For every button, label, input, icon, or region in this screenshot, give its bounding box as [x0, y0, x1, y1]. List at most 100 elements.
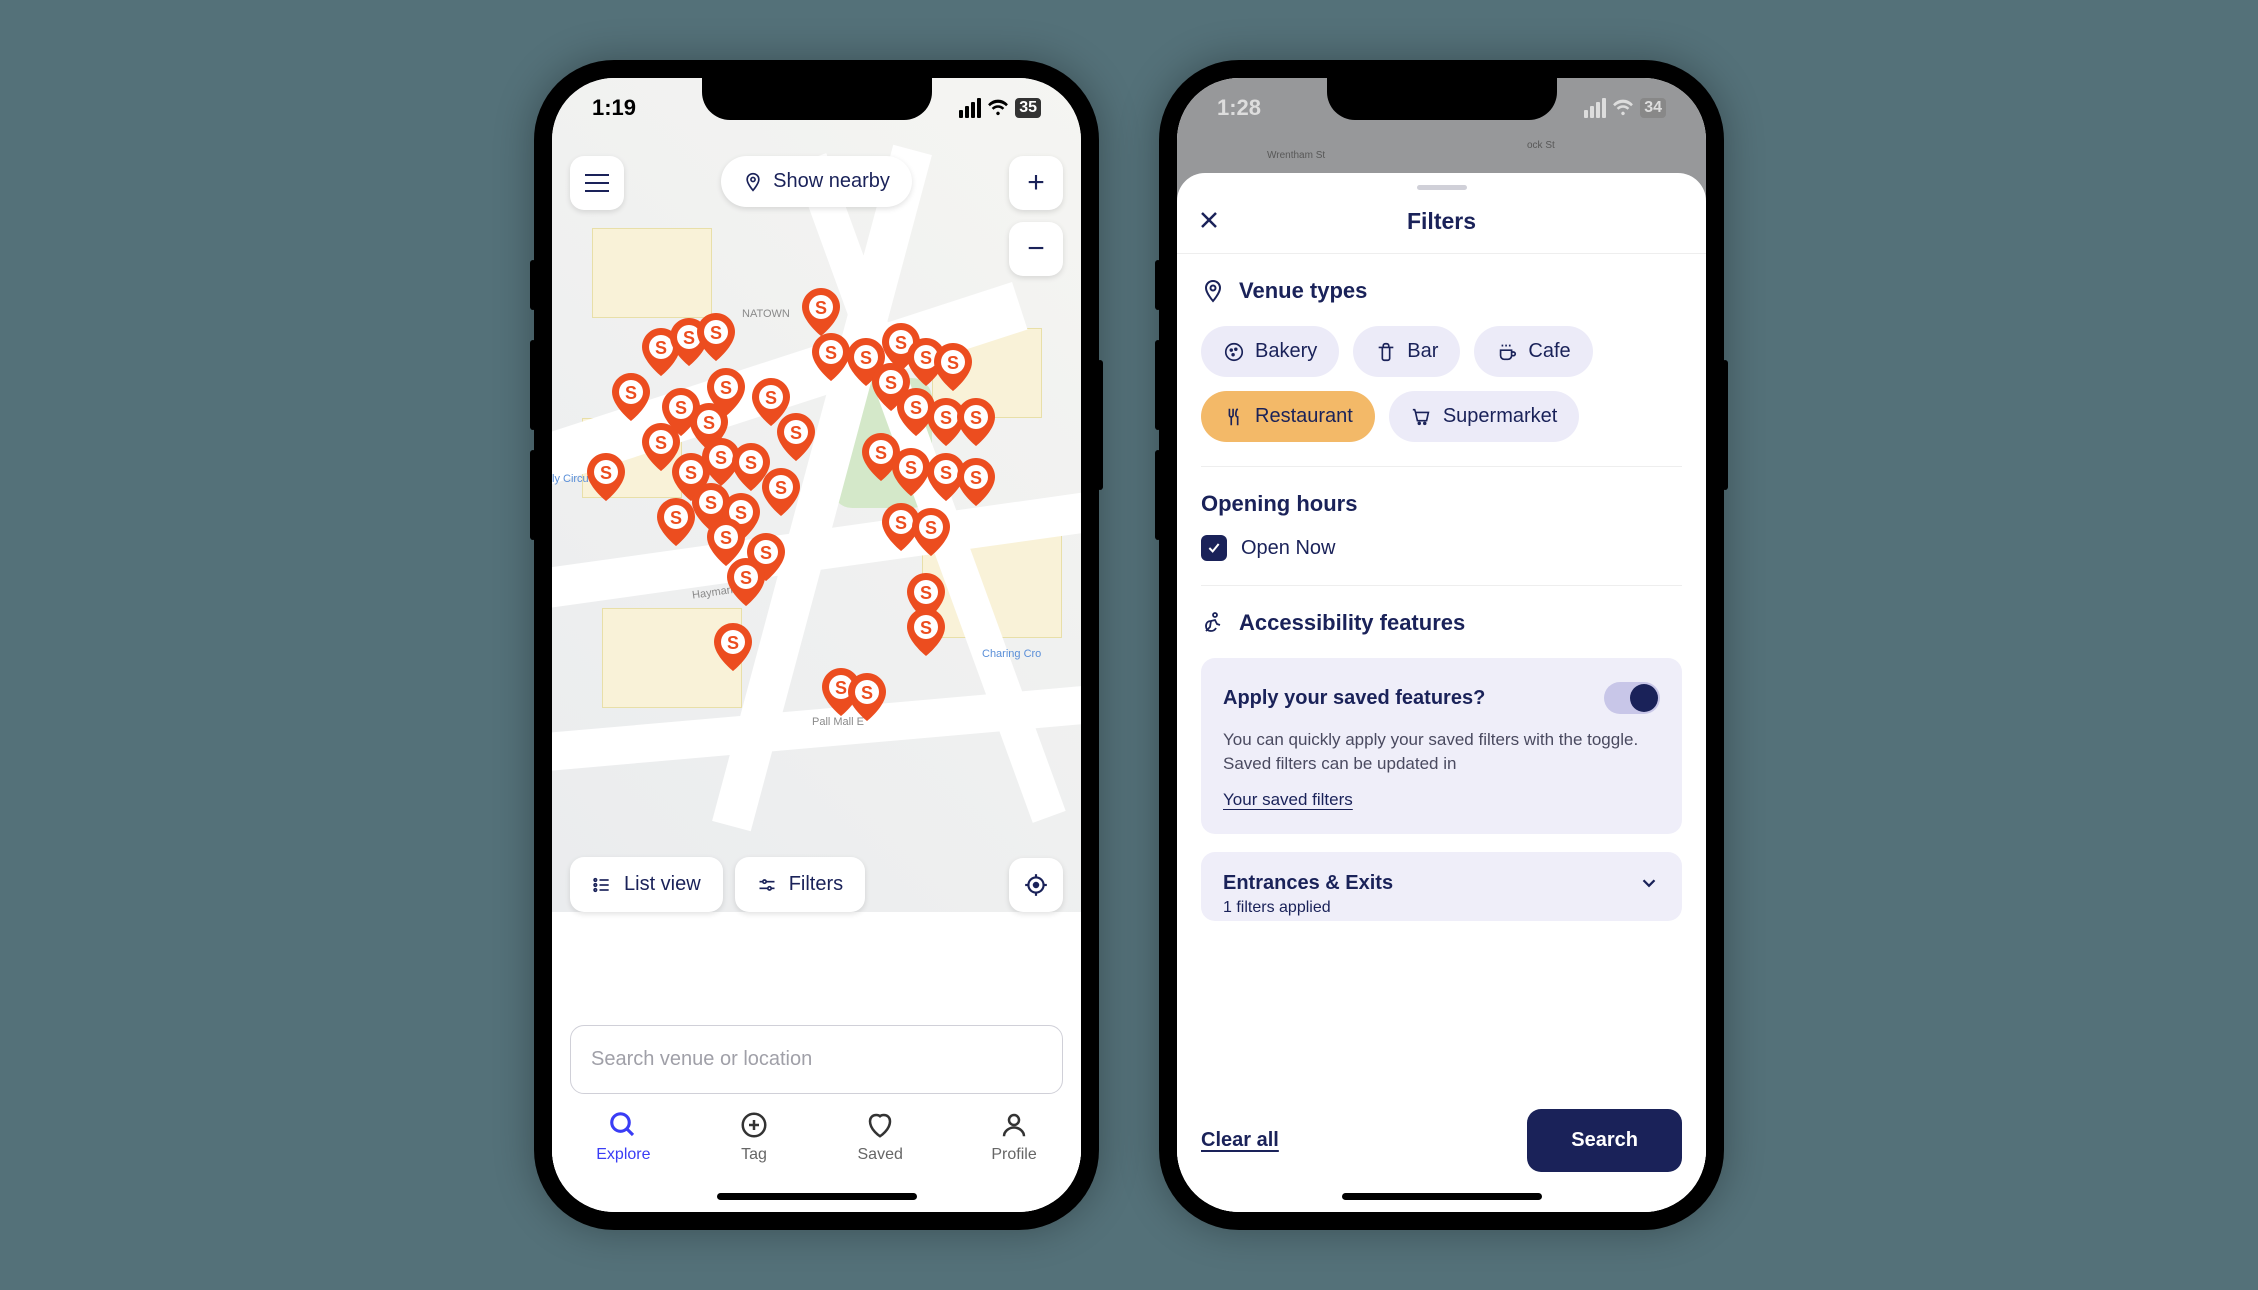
- list-view-button[interactable]: List view: [570, 857, 723, 912]
- location-pin-icon: [1201, 279, 1225, 303]
- cart-icon: [1411, 406, 1433, 428]
- entrances-title: Entrances & Exits: [1223, 872, 1393, 895]
- saved-features-title: Apply your saved features?: [1223, 687, 1485, 710]
- battery-icon: 35: [1015, 98, 1041, 118]
- filters-label: Filters: [789, 873, 843, 896]
- opening-hours-heading: Opening hours: [1201, 491, 1357, 517]
- chip-cafe-label: Cafe: [1528, 340, 1570, 363]
- map-pin[interactable]: [587, 453, 625, 501]
- tab-explore[interactable]: Explore: [596, 1110, 650, 1164]
- filters-icon: [757, 875, 777, 895]
- cellular-icon: [1584, 98, 1606, 118]
- tab-profile[interactable]: Profile: [991, 1110, 1036, 1164]
- tab-tag[interactable]: Tag: [739, 1110, 769, 1164]
- menu-button[interactable]: [570, 156, 624, 210]
- close-icon: [1197, 208, 1221, 232]
- search-input[interactable]: [570, 1025, 1063, 1094]
- map-pin[interactable]: [657, 498, 695, 546]
- chip-bar[interactable]: Bar: [1353, 326, 1460, 377]
- trash-icon: [1375, 341, 1397, 363]
- map-pin[interactable]: [812, 333, 850, 381]
- status-time: 1:19: [592, 95, 636, 121]
- entrances-sub: 1 filters applied: [1223, 899, 1393, 917]
- sheet-grabber[interactable]: [1417, 185, 1467, 190]
- accessibility-icon: [1201, 611, 1225, 635]
- map-pin[interactable]: [957, 398, 995, 446]
- tab-saved[interactable]: Saved: [858, 1110, 903, 1164]
- accessibility-heading: Accessibility features: [1239, 610, 1465, 636]
- wifi-icon: [987, 99, 1009, 117]
- location-pin-icon: [743, 172, 763, 192]
- saved-features-toggle[interactable]: [1604, 682, 1660, 714]
- phone-filters-screen: Wrentham St ock St 1:28 34 Filters: [1159, 60, 1724, 1230]
- tab-bar: Explore Tag Saved Profile: [552, 1102, 1081, 1182]
- map-pin[interactable]: [907, 608, 945, 656]
- notch: [702, 78, 932, 120]
- map-pin[interactable]: [727, 558, 765, 606]
- filters-sheet: Filters Venue types Bakery: [1177, 173, 1706, 1212]
- map-pin[interactable]: [697, 313, 735, 361]
- chip-bar-label: Bar: [1407, 340, 1438, 363]
- map-pin[interactable]: [707, 368, 745, 416]
- person-icon: [999, 1110, 1029, 1140]
- status-time: 1:28: [1217, 95, 1261, 121]
- show-nearby-button[interactable]: Show nearby: [721, 156, 912, 207]
- map-pin[interactable]: [714, 623, 752, 671]
- saved-filters-link[interactable]: Your saved filters: [1223, 790, 1353, 809]
- chip-cafe[interactable]: Cafe: [1474, 326, 1592, 377]
- chip-restaurant-label: Restaurant: [1255, 405, 1353, 428]
- heart-icon: [865, 1110, 895, 1140]
- chip-bakery[interactable]: Bakery: [1201, 326, 1339, 377]
- section-venue-types: Venue types Bakery Bar Caf: [1201, 254, 1682, 467]
- map-pin[interactable]: [802, 288, 840, 336]
- map-pin[interactable]: [612, 373, 650, 421]
- list-icon: [592, 875, 612, 895]
- entrances-exits-card[interactable]: Entrances & Exits 1 filters applied: [1201, 852, 1682, 921]
- search-button[interactable]: Search: [1527, 1109, 1682, 1172]
- chevron-down-icon: [1638, 872, 1660, 894]
- zoom-out-button[interactable]: −: [1009, 222, 1063, 276]
- open-now-label: Open Now: [1241, 537, 1336, 560]
- phone-map-screen: 1:19 35 NATOWN Haymarket Pall Mall E Cha…: [534, 60, 1099, 1230]
- home-indicator[interactable]: [717, 1193, 917, 1200]
- map-pin[interactable]: [912, 508, 950, 556]
- wifi-icon: [1612, 99, 1634, 117]
- tab-explore-label: Explore: [596, 1146, 650, 1164]
- chip-supermarket-label: Supermarket: [1443, 405, 1558, 428]
- zoom-in-button[interactable]: +: [1009, 156, 1063, 210]
- filters-button[interactable]: Filters: [735, 857, 865, 912]
- chip-bakery-label: Bakery: [1255, 340, 1317, 363]
- tab-saved-label: Saved: [858, 1146, 903, 1164]
- map-pin[interactable]: [762, 468, 800, 516]
- tab-profile-label: Profile: [991, 1146, 1036, 1164]
- open-now-checkbox[interactable]: Open Now: [1201, 535, 1682, 561]
- sheet-title: Filters: [1197, 208, 1686, 235]
- home-indicator[interactable]: [1342, 1193, 1542, 1200]
- tab-tag-label: Tag: [741, 1146, 767, 1164]
- section-accessibility: Accessibility features Apply your saved …: [1201, 586, 1682, 945]
- checkbox-checked-icon: [1201, 535, 1227, 561]
- map-pin[interactable]: [934, 343, 972, 391]
- locate-button[interactable]: [1009, 858, 1063, 912]
- notch: [1327, 78, 1557, 120]
- venue-types-heading: Venue types: [1239, 278, 1367, 304]
- cookie-icon: [1223, 341, 1245, 363]
- section-opening-hours: Opening hours Open Now: [1201, 467, 1682, 586]
- map-pin[interactable]: [777, 413, 815, 461]
- chip-restaurant[interactable]: Restaurant: [1201, 391, 1375, 442]
- cellular-icon: [959, 98, 981, 118]
- show-nearby-label: Show nearby: [773, 170, 890, 193]
- saved-features-desc: You can quickly apply your saved filters…: [1223, 728, 1660, 776]
- clear-all-button[interactable]: Clear all: [1201, 1129, 1279, 1152]
- utensils-icon: [1223, 406, 1245, 428]
- coffee-icon: [1496, 341, 1518, 363]
- map-pin[interactable]: [848, 673, 886, 721]
- list-view-label: List view: [624, 873, 701, 896]
- map-pin[interactable]: [957, 458, 995, 506]
- sheet-scroll[interactable]: Venue types Bakery Bar Caf: [1177, 254, 1706, 1092]
- saved-features-card: Apply your saved features? You can quick…: [1201, 658, 1682, 834]
- crosshair-icon: [1023, 872, 1049, 898]
- chip-supermarket[interactable]: Supermarket: [1389, 391, 1580, 442]
- close-button[interactable]: [1197, 208, 1221, 236]
- map-pin[interactable]: [892, 448, 930, 496]
